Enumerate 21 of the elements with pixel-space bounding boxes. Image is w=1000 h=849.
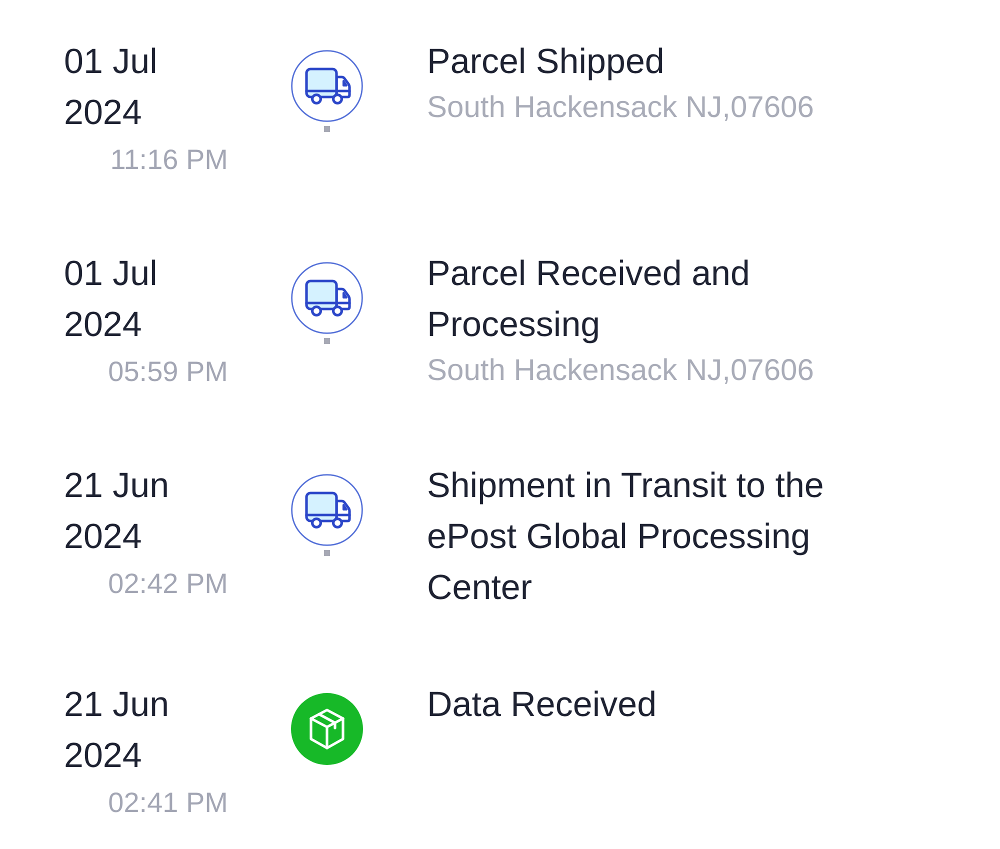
event-title: Shipment in Transit to the ePost Global Processing Center — [427, 465, 825, 609]
event-time: 02:41 PM — [108, 786, 228, 820]
event-location: South Hackensack NJ,07606 — [427, 353, 814, 389]
event-title: Data Received — [427, 684, 657, 726]
event-title: Parcel Shipped — [427, 41, 664, 83]
timeline-connector — [324, 126, 330, 132]
event-date: 21 Jun 2024 — [64, 465, 170, 558]
box-icon — [291, 693, 363, 765]
event-location: South Hackensack NJ,07606 — [427, 90, 814, 126]
event-date: 21 Jun 2024 — [64, 684, 170, 777]
timeline-connector — [324, 550, 330, 556]
event-title: Parcel Received and Processing — [427, 253, 751, 346]
truck-icon — [291, 262, 363, 334]
event-time: 02:42 PM — [108, 567, 228, 601]
truck-icon — [291, 474, 363, 546]
event-time: 11:16 PM — [110, 143, 228, 177]
event-time: 05:59 PM — [108, 355, 228, 389]
truck-icon — [291, 50, 363, 122]
timeline-connector — [324, 338, 330, 344]
event-date: 01 Jul 2024 — [64, 41, 158, 134]
event-date: 01 Jul 2024 — [64, 253, 158, 346]
